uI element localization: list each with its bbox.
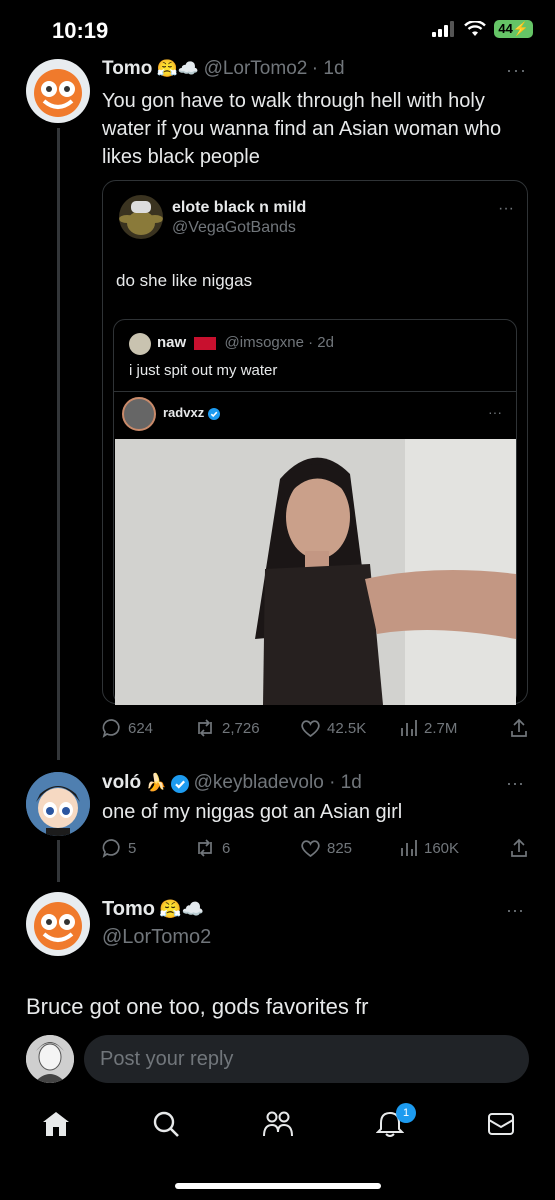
views-icon	[401, 840, 417, 856]
verified-badge-icon	[207, 407, 220, 420]
nested-quote-header: naw @imsogxne · 2d	[157, 334, 334, 351]
thread-line	[57, 840, 60, 882]
home-indicator[interactable]	[175, 1183, 381, 1189]
more-options-icon[interactable]: ···	[488, 404, 502, 420]
handle[interactable]: @keybladevolo · 1d	[194, 772, 362, 793]
tweet-text: one of my niggas got an Asian girl	[102, 801, 403, 823]
nav-home[interactable]	[42, 1111, 70, 1137]
repost-button[interactable]: 2,726	[194, 718, 260, 738]
avatar[interactable]	[26, 59, 90, 123]
name-emoji: 😤☁️	[159, 899, 205, 919]
main-tweet-actions: 624 2,726 42.5K 2.7M	[102, 716, 532, 740]
nav-messages[interactable]	[487, 1112, 515, 1136]
reply-icon	[102, 719, 120, 738]
quote-handle[interactable]: @VegaGotBands	[172, 219, 296, 237]
repost-icon	[198, 719, 212, 737]
name-emoji: 🍌	[145, 773, 167, 792]
embedded-display-name[interactable]: radvxz	[163, 405, 220, 420]
cellular-signal-icon	[432, 21, 455, 37]
avatar[interactable]	[26, 1035, 74, 1083]
search-icon	[153, 1111, 179, 1137]
flag-icon	[194, 336, 217, 350]
quote-display-name[interactable]: elote black n mild	[172, 199, 306, 217]
share-icon	[511, 838, 527, 857]
share-icon	[511, 718, 527, 737]
post-photo[interactable]	[115, 439, 516, 705]
wifi-icon	[464, 21, 487, 36]
like-button[interactable]: 825	[300, 839, 352, 858]
views-icon	[401, 720, 417, 736]
display-name[interactable]: Tomo	[102, 898, 155, 920]
reply-button[interactable]: 624	[102, 718, 153, 738]
nested-display-name[interactable]: naw	[157, 334, 186, 351]
name-emoji: 😤☁️	[156, 59, 200, 78]
avatar[interactable]	[122, 397, 156, 431]
nested-handle[interactable]: @imsogxne · 2d	[225, 334, 334, 351]
avatar[interactable]	[129, 333, 151, 355]
handle[interactable]: @LorTomo2	[102, 926, 211, 949]
focused-header: Tomo 😤☁️	[102, 898, 204, 921]
focused-tweet-text: Bruce got one too, gods favorites fr	[26, 994, 369, 1019]
timestamp: · 1d	[311, 58, 345, 79]
embedded-post-divider	[114, 391, 516, 392]
share-button[interactable]	[510, 838, 528, 858]
quote-text: do she like niggas	[116, 271, 253, 290]
nav-search[interactable]	[152, 1110, 180, 1138]
views-button[interactable]: 160K	[400, 839, 459, 857]
more-options-icon[interactable]: ···	[506, 60, 527, 81]
repost-icon	[198, 839, 212, 857]
communities-icon	[263, 1111, 293, 1137]
reply-input[interactable]: Post your reply	[84, 1035, 529, 1083]
avatar[interactable]	[26, 772, 90, 836]
reply-tweet-actions: 5 6 825 160K	[102, 836, 532, 860]
more-options-icon[interactable]: ···	[506, 900, 524, 921]
heart-icon	[301, 839, 320, 857]
reply-icon	[102, 839, 120, 858]
tweet-header: Tomo 😤☁️ @LorTomo2 · 1d	[102, 58, 345, 80]
avatar[interactable]	[26, 892, 90, 956]
display-name[interactable]: voló	[102, 772, 141, 793]
tweet-text: You gon have to walk through hell with h…	[102, 90, 502, 168]
views-button[interactable]: 2.7M	[400, 719, 457, 737]
mail-icon	[488, 1113, 514, 1135]
display-name[interactable]: Tomo	[102, 58, 152, 79]
status-icons: 44⚡	[432, 20, 533, 38]
heart-icon	[301, 719, 320, 737]
like-button[interactable]: 42.5K	[300, 719, 366, 738]
reply-button[interactable]: 5	[102, 838, 136, 858]
home-icon	[43, 1112, 69, 1136]
nested-quote-text: i just spit out my water	[129, 362, 278, 379]
handle[interactable]: @LorTomo2	[204, 58, 308, 79]
more-options-icon[interactable]: ···	[506, 773, 524, 794]
notification-badge: 1	[396, 1103, 416, 1123]
thread-line	[57, 128, 60, 760]
more-options-icon[interactable]: ···	[498, 200, 514, 218]
share-button[interactable]	[510, 718, 528, 738]
repost-button[interactable]: 6	[194, 838, 230, 858]
tweet-header: voló 🍌 @keybladevolo · 1d	[102, 772, 362, 794]
nav-communities[interactable]	[262, 1110, 294, 1138]
status-time: 10:19	[52, 18, 109, 43]
battery-indicator: 44⚡	[494, 20, 533, 38]
avatar[interactable]	[119, 195, 163, 239]
verified-badge-icon	[171, 774, 190, 793]
